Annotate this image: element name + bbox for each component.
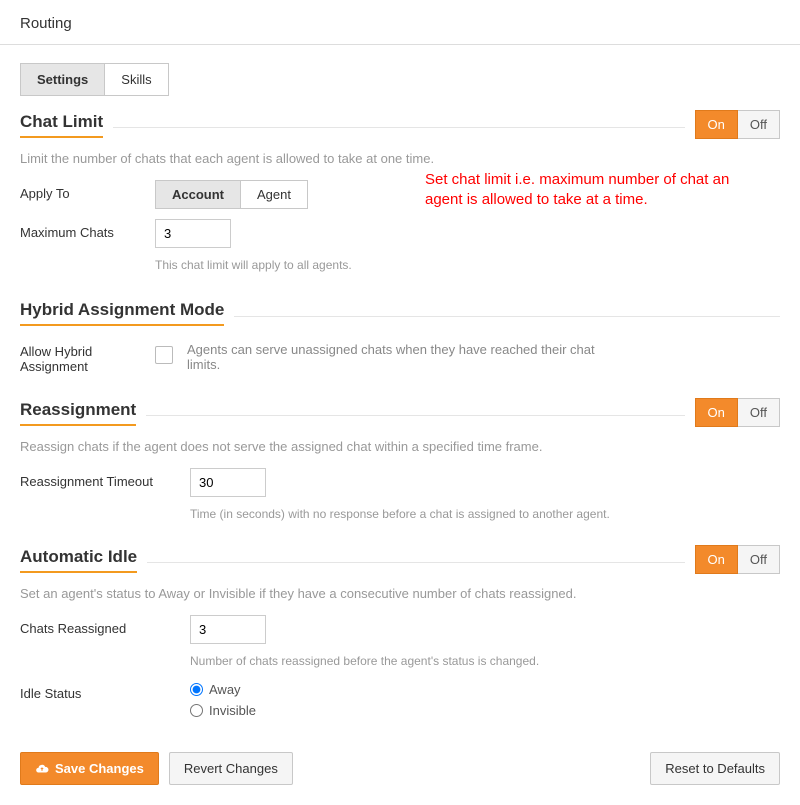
title-underline <box>20 571 137 573</box>
idle-toggle: On Off <box>695 545 780 574</box>
chat-limit-toggle: On Off <box>695 110 780 139</box>
cloud-upload-icon <box>35 762 49 776</box>
reassign-timeout-label: Reassignment Timeout <box>20 468 190 489</box>
radio-away[interactable] <box>190 683 203 696</box>
reset-button[interactable]: Reset to Defaults <box>650 752 780 785</box>
reassign-help: Time (in seconds) with no response befor… <box>190 507 780 521</box>
tab-settings[interactable]: Settings <box>20 63 105 96</box>
idle-on[interactable]: On <box>695 545 738 574</box>
footer: Save Changes Revert Changes Reset to Def… <box>20 752 780 785</box>
apply-to-label: Apply To <box>20 180 155 201</box>
chat-limit-off[interactable]: Off <box>738 110 780 139</box>
save-button[interactable]: Save Changes <box>20 752 159 785</box>
max-chats-help: This chat limit will apply to all agents… <box>155 258 780 272</box>
max-chats-input[interactable] <box>155 219 231 248</box>
tabs: SettingsSkills <box>20 63 780 96</box>
save-button-label: Save Changes <box>55 761 144 776</box>
section-idle: Automatic Idle On Off Set an agent's sta… <box>20 545 780 724</box>
allow-hybrid-desc: Agents can serve unassigned chats when t… <box>187 342 607 372</box>
reassign-toggle: On Off <box>695 398 780 427</box>
reassign-timeout-input[interactable] <box>190 468 266 497</box>
chat-limit-title: Chat Limit <box>20 112 103 132</box>
allow-hybrid-checkbox[interactable] <box>155 346 173 364</box>
reassign-on[interactable]: On <box>695 398 738 427</box>
tab-skills[interactable]: Skills <box>105 63 168 96</box>
hybrid-title: Hybrid Assignment Mode <box>20 300 224 320</box>
max-chats-label: Maximum Chats <box>20 219 155 240</box>
apply-to-account[interactable]: Account <box>155 180 241 209</box>
divider <box>0 44 800 45</box>
chat-limit-on[interactable]: On <box>695 110 738 139</box>
annotation-text: Set chat limit i.e. maximum number of ch… <box>425 170 745 211</box>
idle-status-radios: Away Invisible <box>190 680 256 724</box>
idle-title: Automatic Idle <box>20 547 137 567</box>
chats-reassigned-label: Chats Reassigned <box>20 615 190 636</box>
apply-to-segmented: Account Agent <box>155 180 308 209</box>
reassign-desc: Reassign chats if the agent does not ser… <box>20 439 780 454</box>
radio-invisible[interactable] <box>190 704 203 717</box>
idle-desc: Set an agent's status to Away or Invisib… <box>20 586 780 601</box>
idle-status-away[interactable]: Away <box>190 682 256 697</box>
reassign-off[interactable]: Off <box>738 398 780 427</box>
page-title: Routing <box>20 0 780 44</box>
title-underline <box>20 136 103 138</box>
chats-reassigned-help: Number of chats reassigned before the ag… <box>190 654 780 668</box>
idle-off[interactable]: Off <box>738 545 780 574</box>
allow-hybrid-label: Allow Hybrid Assignment <box>20 342 155 374</box>
idle-status-label: Idle Status <box>20 680 190 701</box>
reassign-title: Reassignment <box>20 400 136 420</box>
revert-button[interactable]: Revert Changes <box>169 752 293 785</box>
idle-status-invisible[interactable]: Invisible <box>190 703 256 718</box>
radio-invisible-label: Invisible <box>209 703 256 718</box>
apply-to-agent[interactable]: Agent <box>241 180 308 209</box>
title-underline <box>20 324 224 326</box>
section-reassignment: Reassignment On Off Reassign chats if th… <box>20 398 780 521</box>
radio-away-label: Away <box>209 682 241 697</box>
chats-reassigned-input[interactable] <box>190 615 266 644</box>
chat-limit-desc: Limit the number of chats that each agen… <box>20 151 780 166</box>
title-underline <box>20 424 136 426</box>
section-hybrid: Hybrid Assignment Mode Allow Hybrid Assi… <box>20 300 780 374</box>
